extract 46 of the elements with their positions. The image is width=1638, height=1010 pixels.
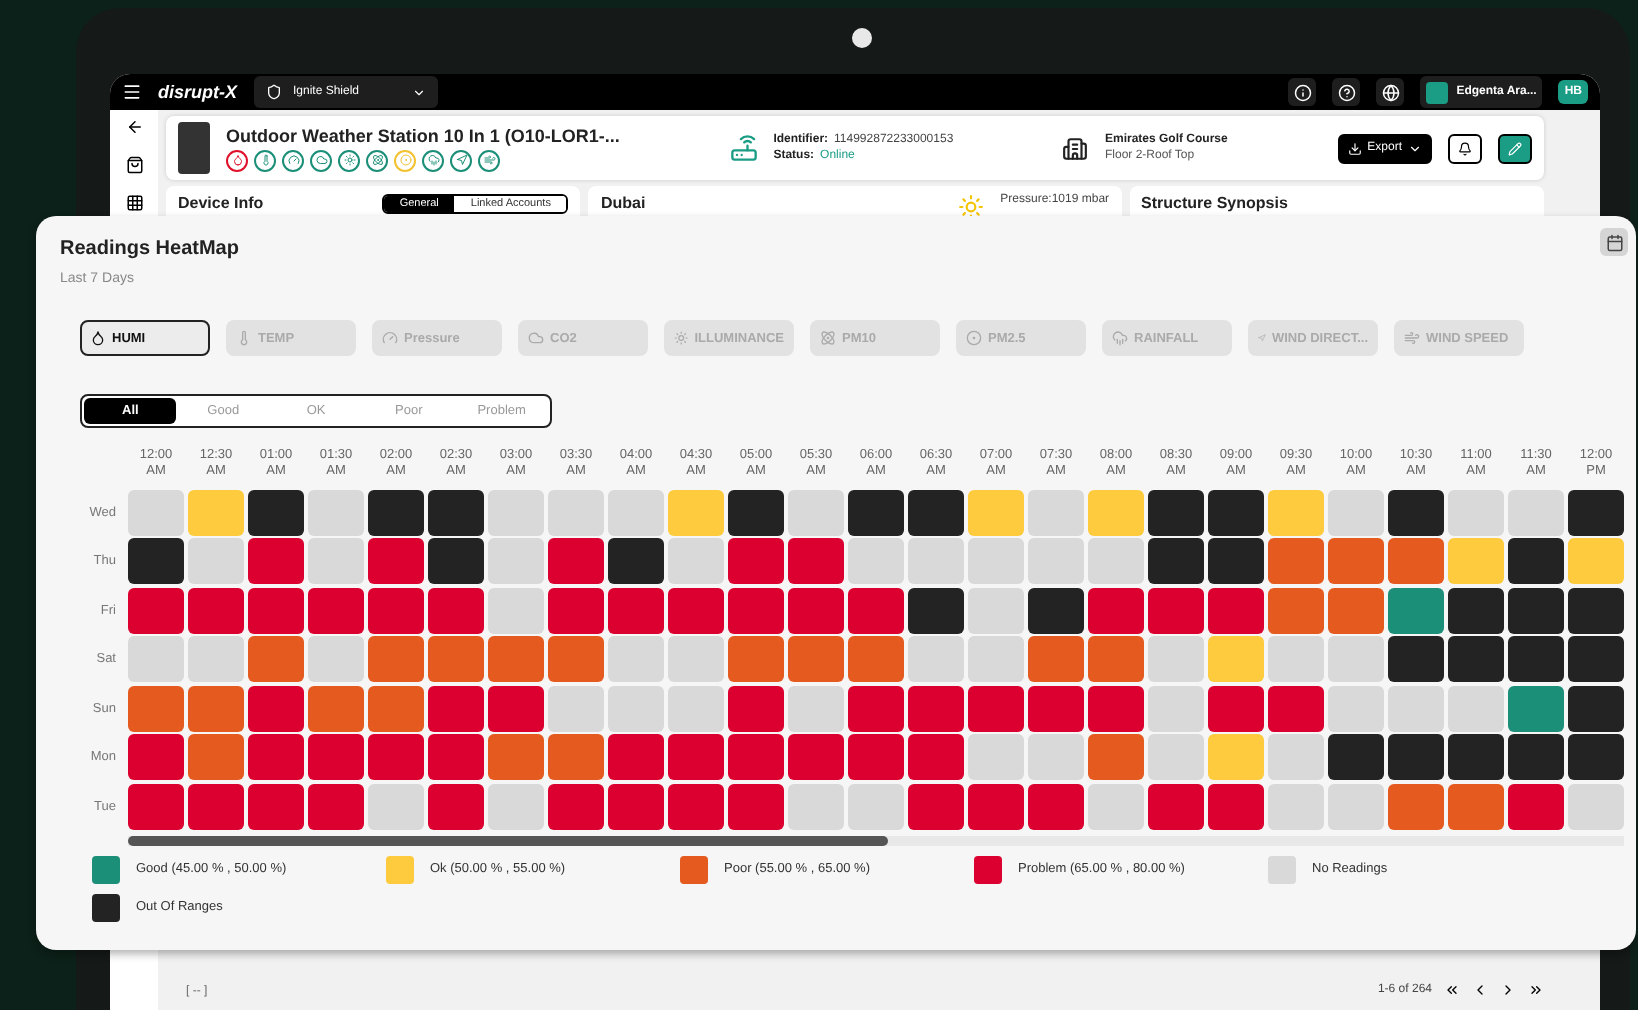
- router-icon: [729, 134, 758, 162]
- card-title: Readings HeatMap: [60, 238, 239, 260]
- panel-title: Structure Synopsis: [1141, 194, 1288, 212]
- sun-icon: [958, 194, 985, 220]
- camera-dot: [852, 28, 872, 48]
- city-name: Dubai: [600, 194, 646, 212]
- scroll-thumb[interactable]: [128, 835, 888, 845]
- photo-placeholder: [178, 122, 210, 174]
- avatar: [1426, 81, 1449, 103]
- bell-icon: [1458, 141, 1473, 155]
- sun-icon: [674, 330, 689, 346]
- shield-icon: [265, 84, 281, 100]
- cloud-icon: [528, 330, 544, 346]
- info-icon: [1293, 83, 1312, 101]
- rain-cloud-icon: [1112, 330, 1128, 346]
- download-icon: [1347, 141, 1362, 155]
- edit-button[interactable]: [1498, 133, 1533, 163]
- help-button[interactable]: [1332, 78, 1361, 106]
- pencil-icon: [1508, 141, 1523, 155]
- help-icon: [1337, 83, 1356, 101]
- calendar-button[interactable]: [1600, 228, 1628, 256]
- logo: disrupt-X: [158, 82, 237, 102]
- first-page-icon[interactable]: [1444, 982, 1460, 998]
- droplet-icon: [90, 330, 106, 346]
- caret-icon: [1408, 141, 1423, 155]
- next-page-icon[interactable]: [1500, 982, 1516, 998]
- globe-icon: [1381, 83, 1400, 101]
- device-title: Outdoor Weather Station 10 In 1 (O10-LOR1-...: [226, 125, 620, 145]
- previous-page-icon[interactable]: [1472, 982, 1488, 998]
- last-page-icon[interactable]: [1528, 982, 1544, 998]
- building-icon: [1062, 135, 1089, 161]
- bag-icon[interactable]: [125, 156, 143, 174]
- panel-title: Device Info: [178, 194, 264, 212]
- calendar-icon: [1605, 233, 1623, 251]
- wind-icon: [1404, 330, 1420, 346]
- menu-icon[interactable]: [122, 82, 142, 102]
- info-button[interactable]: [1288, 78, 1317, 106]
- language-button[interactable]: [1376, 78, 1405, 106]
- bell-button[interactable]: [1448, 133, 1483, 163]
- back-icon[interactable]: [125, 118, 143, 136]
- grid-icon[interactable]: [125, 194, 143, 212]
- particle-icon: [966, 330, 982, 346]
- gauge-icon: [382, 330, 398, 346]
- particle-icon: [820, 330, 836, 346]
- caret-icon: [411, 85, 425, 99]
- thermometer-icon: [236, 330, 252, 346]
